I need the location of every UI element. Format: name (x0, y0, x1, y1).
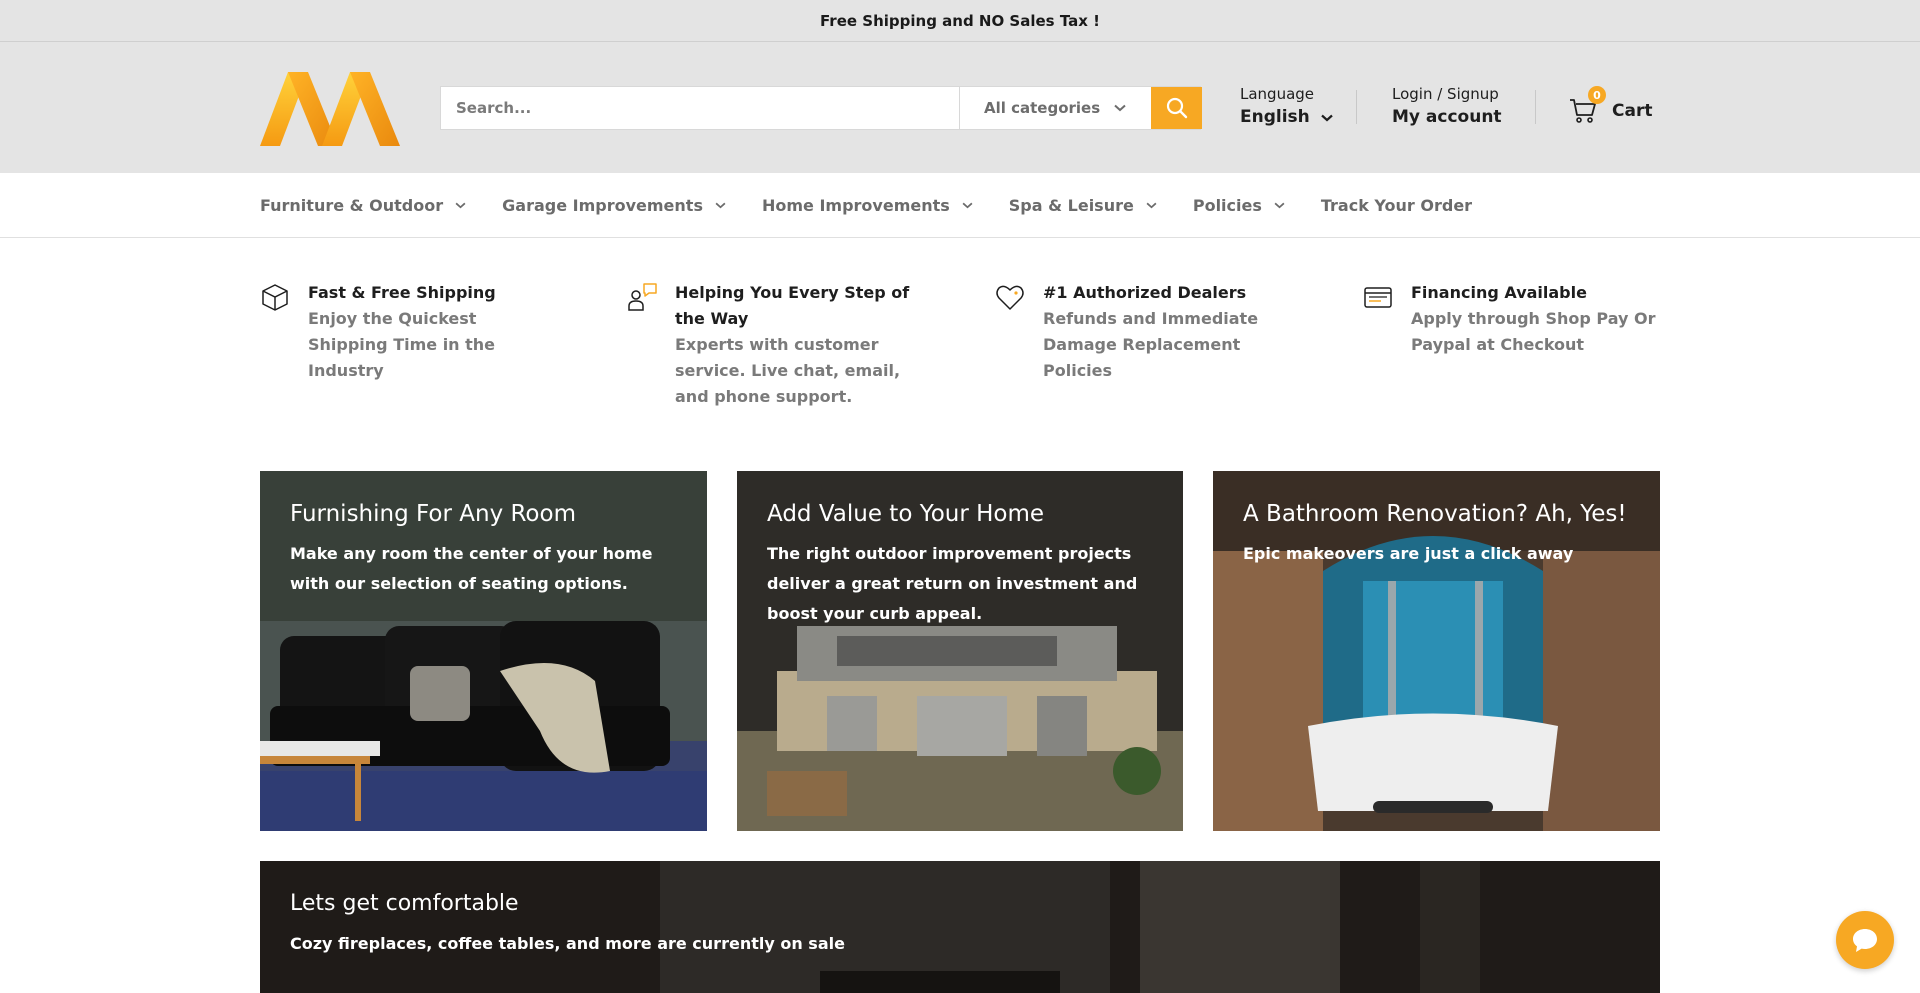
nav-item-label: Home Improvements (761, 195, 950, 215)
nav-item-policies[interactable]: Policies (1193, 196, 1285, 215)
feature-text: Apply through Shop Pay Or Paypal at Chec… (1411, 309, 1656, 354)
store-logo[interactable] (260, 70, 400, 146)
promo-banner-comfortable[interactable]: Lets get comfortable Cozy fireplaces, co… (260, 861, 1660, 993)
feature-shipping: Fast & Free Shipping Enjoy the Quickest … (260, 280, 560, 384)
search-input[interactable] (441, 87, 959, 129)
box-icon (262, 284, 288, 311)
features-row: Fast & Free Shipping Enjoy the Quickest … (260, 280, 1660, 420)
nav-item-label: Garage Improvements (502, 195, 703, 215)
feature-financing: Financing Available Apply through Shop P… (1363, 280, 1660, 358)
promo-card-bathroom[interactable]: A Bathroom Renovation? Ah, Yes! Epic mak… (1213, 471, 1660, 831)
chat-button[interactable] (1836, 911, 1894, 969)
search-bar: All categories (440, 86, 1202, 130)
promo-card-furnishing[interactable]: Furnishing For Any Room Make any room th… (260, 471, 707, 831)
promo-card-home-value[interactable]: Add Value to Your Home The right outdoor… (737, 471, 1183, 831)
cart-button[interactable]: 0 Cart (1568, 86, 1653, 126)
cart-label: Cart (1612, 101, 1653, 121)
nav-item-furniture-outdoor[interactable]: Furniture & Outdoor (260, 196, 466, 215)
nav-item-garage-improvements[interactable]: Garage Improvements (502, 196, 726, 215)
chevron-down-icon (962, 202, 973, 208)
feature-title: Helping You Every Step of the Way (675, 283, 910, 328)
nav-item-home-improvements[interactable]: Home Improvements (762, 196, 973, 215)
chevron-down-icon (715, 202, 726, 208)
language-value: English (1240, 107, 1310, 127)
account-link[interactable]: Login / Signup My account (1392, 84, 1502, 130)
card-text: Make any room the center of your home wi… (290, 544, 653, 593)
nav-item-label: Furniture & Outdoor (260, 195, 444, 215)
account-label: Login / Signup (1392, 85, 1499, 103)
banner-text: Cozy fireplaces, coffee tables, and more… (290, 934, 845, 953)
living-room-image (260, 861, 1660, 993)
nav-item-spa-leisure[interactable]: Spa & Leisure (1009, 196, 1157, 215)
card-text: Epic makeovers are just a click away (1243, 544, 1574, 563)
category-select[interactable]: All categories (959, 87, 1151, 129)
credit-card-icon (1364, 287, 1392, 308)
divider (1535, 90, 1536, 124)
feature-title: #1 Authorized Dealers (1043, 283, 1247, 302)
card-title: A Bathroom Renovation? Ah, Yes! (1243, 501, 1627, 527)
banner-title: Lets get comfortable (290, 891, 519, 916)
feature-text: Experts with customer service. Live chat… (675, 335, 901, 406)
site-header: All categories Language English Login / … (0, 42, 1920, 173)
chevron-down-icon (1146, 202, 1157, 208)
card-title: Add Value to Your Home (767, 501, 1045, 527)
feature-title: Financing Available (1411, 283, 1587, 302)
chat-bubble-icon (1853, 929, 1877, 952)
card-text: The right outdoor improvement projects d… (767, 544, 1138, 623)
nav-item-label: Track Your Order (1320, 195, 1473, 215)
language-selector[interactable]: Language English (1240, 84, 1333, 130)
chevron-down-icon (1114, 104, 1126, 112)
announcement-text: Free Shipping and NO Sales Tax ! (820, 11, 1100, 30)
chevron-down-icon (455, 202, 466, 208)
card-title: Furnishing For Any Room (290, 501, 576, 527)
feature-dealers: #1 Authorized Dealers Refunds and Immedi… (995, 280, 1265, 384)
support-agent-icon (628, 283, 657, 311)
heart-icon (996, 285, 1024, 310)
main-navigation: Furniture & Outdoor Garage Improvements … (0, 173, 1920, 238)
nav-item-label: Spa & Leisure (1008, 195, 1134, 215)
feature-title: Fast & Free Shipping (308, 283, 496, 302)
chevron-down-icon (1321, 114, 1333, 121)
feature-text: Enjoy the Quickest Shipping Time in the … (308, 309, 496, 380)
nav-item-label: Policies (1192, 195, 1262, 215)
language-label: Language (1240, 85, 1315, 103)
divider (1356, 90, 1357, 124)
feature-text: Refunds and Immediate Damage Replacement… (1043, 309, 1259, 380)
cart-count-badge: 0 (1588, 86, 1606, 104)
feature-support: Helping You Every Step of the Way Expert… (627, 280, 927, 410)
search-icon (1166, 97, 1187, 119)
search-button[interactable] (1151, 87, 1202, 129)
nav-item-track-order[interactable]: Track Your Order (1321, 196, 1472, 215)
account-value: My account (1392, 107, 1502, 127)
category-select-value: All categories (984, 99, 1101, 117)
chevron-down-icon (1274, 202, 1285, 208)
announcement-bar: Free Shipping and NO Sales Tax ! (0, 0, 1920, 42)
